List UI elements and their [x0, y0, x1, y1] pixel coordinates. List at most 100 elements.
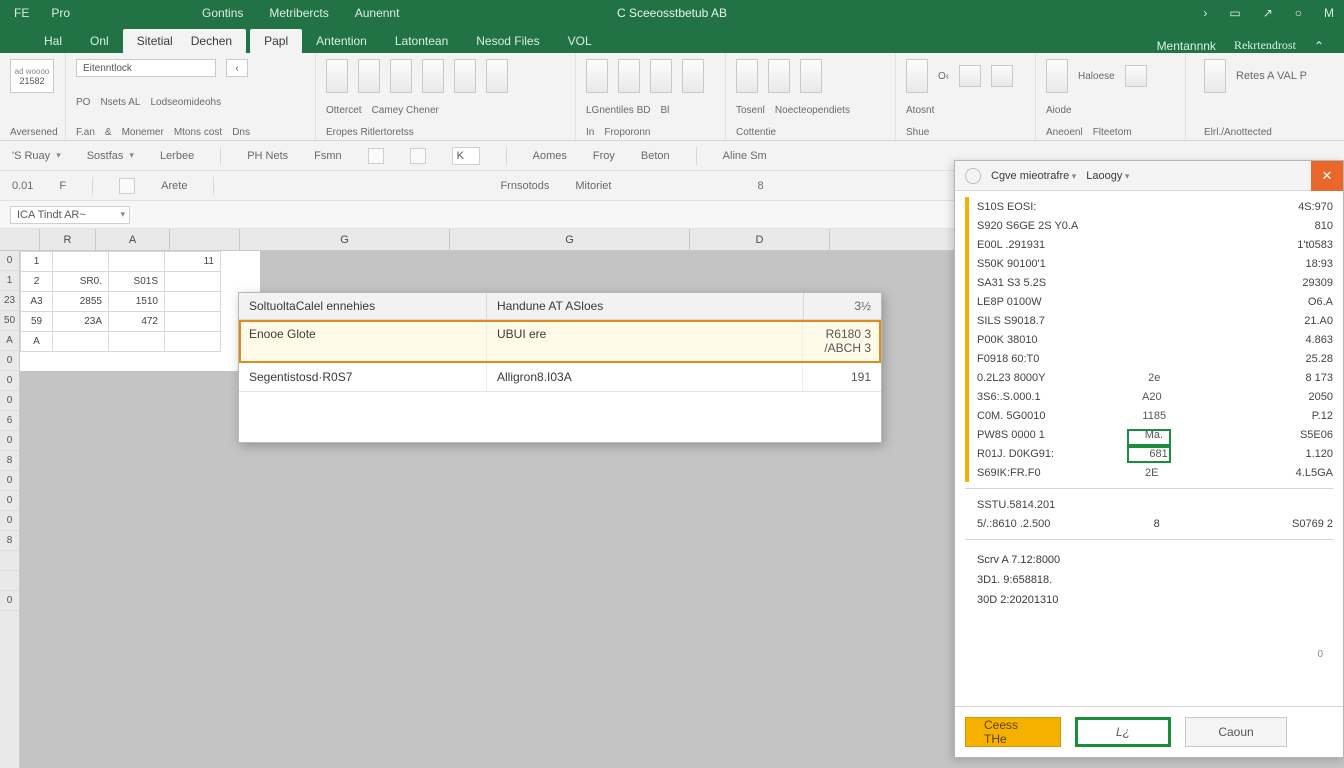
ribbon-icon[interactable] — [618, 59, 640, 93]
row-header[interactable]: 0 — [0, 591, 19, 611]
panel-title[interactable]: Cgve mieotrafre — [991, 170, 1076, 182]
tab-vol[interactable]: VOL — [554, 29, 606, 53]
refresh-icon[interactable] — [965, 168, 981, 184]
cell[interactable]: 1 — [21, 252, 53, 272]
row-header[interactable]: 0 — [0, 391, 19, 411]
titlebar-mid[interactable]: Gontins — [202, 6, 243, 20]
ribbon-icon[interactable] — [422, 59, 444, 93]
opt-item[interactable]: Aomes — [533, 150, 567, 162]
opt-item[interactable]: Fsmn — [314, 150, 342, 162]
primary-button[interactable]: Ceess THe — [965, 717, 1061, 747]
column-header[interactable]: G — [450, 229, 690, 250]
opt-item[interactable]: Lerbee — [160, 150, 194, 162]
panel-row[interactable]: 5/.:8610 .2.5008S0769 2 — [965, 514, 1333, 533]
font-name-box[interactable]: Eitenntlock — [76, 59, 216, 77]
panel-row[interactable]: 3S6:.S.000.1A202050 — [977, 387, 1333, 406]
panel-row[interactable]: S69IK:FR.F02E4.L5GA — [977, 463, 1333, 482]
window-icon[interactable]: ↗ — [1263, 6, 1273, 20]
panel-row[interactable]: LE8P 0100WO6.A — [977, 292, 1333, 311]
row-header[interactable] — [0, 571, 19, 591]
panel-row[interactable]: SA31 S3 5.2S29309 — [977, 273, 1333, 292]
ribbon-icon[interactable] — [1204, 59, 1226, 93]
tab-onl[interactable]: Onl — [76, 29, 123, 53]
ribbon-icon[interactable] — [959, 65, 981, 87]
column-header[interactable]: A — [96, 229, 170, 250]
panel-title-2[interactable]: Laoogy — [1086, 170, 1129, 182]
panel-row[interactable]: 3D1. 9:658818. — [977, 570, 1333, 590]
window-icon[interactable]: M — [1324, 6, 1334, 20]
row-header[interactable]: 0 — [0, 491, 19, 511]
opt-item[interactable]: Frnsotods — [500, 180, 549, 192]
cell[interactable]: 472 — [109, 312, 165, 332]
row-header[interactable] — [0, 551, 19, 571]
panel-row[interactable]: 30D 2:20201310 — [977, 590, 1333, 610]
ribbon-icon[interactable] — [1125, 65, 1147, 87]
tab-hal[interactable]: Hal — [30, 29, 76, 53]
cell[interactable]: S01S — [109, 272, 165, 292]
cell[interactable] — [165, 332, 221, 352]
cell[interactable] — [165, 312, 221, 332]
side-panel[interactable]: Cgve mieotrafre Laoogy ✕ S10S EOSI:4S:97… — [954, 160, 1344, 758]
panel-row[interactable]: F0918 60:T025.28 — [977, 349, 1333, 368]
cell[interactable]: 2855 — [53, 292, 109, 312]
tab-latontean[interactable]: Latontean — [381, 29, 462, 53]
ribbon-icon[interactable] — [358, 59, 380, 93]
cell[interactable] — [165, 292, 221, 312]
opt-item[interactable]: Aline Sm — [723, 150, 767, 162]
ribbon-cell-ref[interactable]: ad woooo 21582 — [10, 59, 54, 93]
dialog-row[interactable]: Segentistosd·R0S7Alligron8.I03A191 — [239, 363, 881, 392]
titlebar-item[interactable]: Pro — [51, 6, 70, 20]
ok-button[interactable]: L¿ — [1075, 717, 1171, 747]
window-icon[interactable]: › — [1203, 6, 1207, 20]
row-header[interactable]: 1 — [0, 271, 19, 291]
opt-input[interactable] — [452, 147, 480, 165]
ribbon-icon[interactable] — [454, 59, 476, 93]
ribbon-icon[interactable] — [800, 59, 822, 93]
row-header[interactable]: A — [0, 331, 19, 351]
dialog-row[interactable]: Enooe GloteUBUI ereR6180 3/ABCH 3 — [239, 320, 881, 363]
row-header[interactable]: 0 — [0, 511, 19, 531]
titlebar-item[interactable]: FE — [14, 6, 29, 20]
font-size-box[interactable]: ‹ — [226, 59, 248, 77]
opt-item[interactable]: F — [59, 180, 66, 192]
opt-item[interactable]: Arete — [161, 180, 187, 192]
cell[interactable]: 11 — [165, 252, 221, 272]
column-header[interactable]: G — [240, 229, 450, 250]
row-header[interactable]: 23 — [0, 291, 19, 311]
column-header[interactable]: R — [40, 229, 96, 250]
opt-item[interactable]: Beton — [641, 150, 670, 162]
ribbon-icon[interactable] — [486, 59, 508, 93]
ribbon-icon[interactable] — [390, 59, 412, 93]
cell[interactable] — [165, 272, 221, 292]
ribbon-icon[interactable] — [650, 59, 672, 93]
lookup-dialog[interactable]: SoltuoltaCalel ennehies Handune AT ASloe… — [238, 292, 882, 443]
cell[interactable]: 23A — [53, 312, 109, 332]
row-header[interactable]: 0 — [0, 471, 19, 491]
collapse-ribbon-icon[interactable]: ⌃ — [1314, 39, 1324, 53]
grid-cells[interactable]: 1112SR0.S01SA3285515105923A472A — [20, 251, 260, 371]
row-header[interactable]: 0 — [0, 351, 19, 371]
tab-sitetial[interactable]: Sitetial — [137, 34, 173, 48]
row-header[interactable]: 8 — [0, 531, 19, 551]
row-header[interactable]: 0 — [0, 371, 19, 391]
opt-item[interactable]: Mitoriet — [575, 180, 611, 192]
opt-item[interactable]: Froy — [593, 150, 615, 162]
panel-row[interactable]: SILS S9018.721.A0 — [977, 311, 1333, 330]
opt-item[interactable]: Sostfas — [87, 150, 134, 162]
cancel-button[interactable]: Caoun — [1185, 717, 1287, 747]
panel-row[interactable]: 0.2L23 8000Y2e8 173 — [977, 368, 1333, 387]
ribbon-icon[interactable] — [736, 59, 758, 93]
cell[interactable] — [109, 332, 165, 352]
row-header[interactable]: 50 — [0, 311, 19, 331]
opt-item[interactable]: 0.01 — [12, 180, 33, 192]
panel-row[interactable]: P00K 380104.863 — [977, 330, 1333, 349]
tab-active-group[interactable]: Sitetial Dechen — [123, 29, 246, 53]
panel-row[interactable]: S10S EOSI:4S:970 — [977, 197, 1333, 216]
titlebar-mid[interactable]: Metribercts — [269, 6, 328, 20]
row-header[interactable]: 0 — [0, 251, 19, 271]
panel-row[interactable]: C0M. 5G00101185P.12 — [977, 406, 1333, 425]
tab-nesod-files[interactable]: Nesod Files — [462, 29, 553, 53]
ribbon-icon[interactable] — [326, 59, 348, 93]
row-header[interactable]: 8 — [0, 451, 19, 471]
close-icon[interactable]: ✕ — [1311, 161, 1343, 191]
